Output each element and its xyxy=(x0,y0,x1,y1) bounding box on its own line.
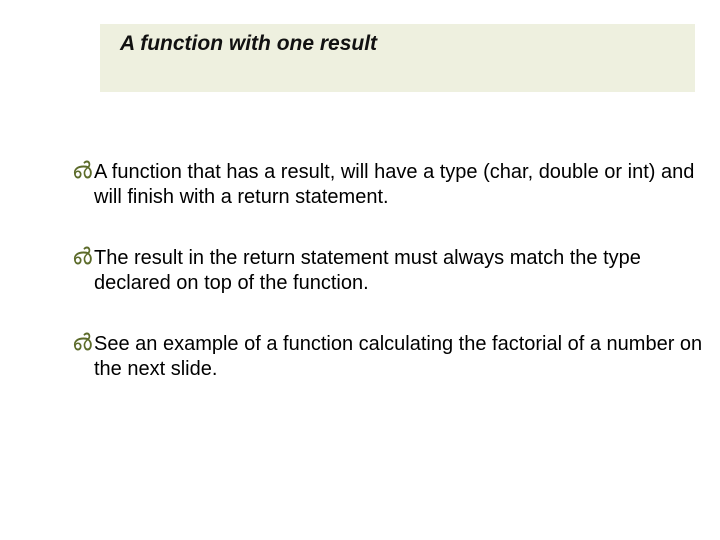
bullet-item: ൴ A function that has a result, will hav… xyxy=(72,160,712,210)
bullet-item: ൴ See an example of a function calculati… xyxy=(72,332,712,382)
bullet-marker-icon: ൴ xyxy=(72,331,94,355)
bullet-text: See an example of a function calculating… xyxy=(94,332,712,382)
bullet-text: A function that has a result, will have … xyxy=(94,160,712,210)
title-band: A function with one result xyxy=(100,24,695,92)
bullet-marker-icon: ൴ xyxy=(72,245,94,269)
bullet-text: The result in the return statement must … xyxy=(94,246,712,296)
bullet-marker-icon: ൴ xyxy=(72,159,94,183)
bullet-item: ൴ The result in the return statement mus… xyxy=(72,246,712,296)
slide: A function with one result ൴ A function … xyxy=(0,0,720,540)
slide-content: ൴ A function that has a result, will hav… xyxy=(72,160,712,418)
slide-title: A function with one result xyxy=(120,32,377,56)
